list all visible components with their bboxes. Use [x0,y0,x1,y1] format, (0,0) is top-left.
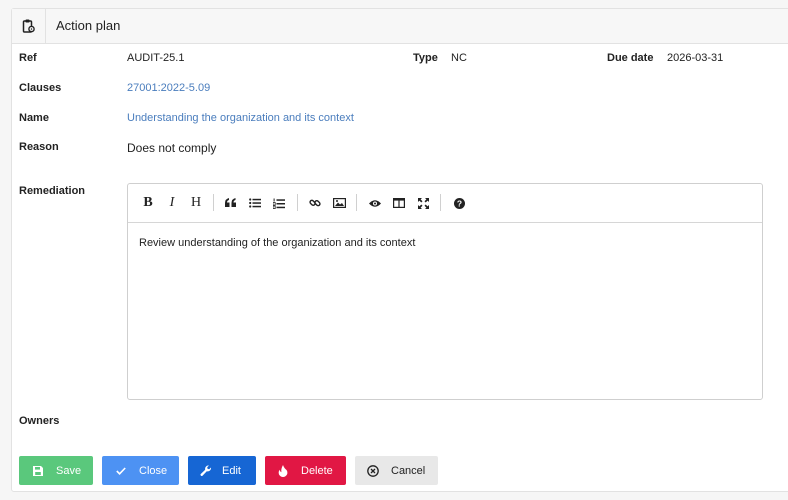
remediation-label: Remediation [19,185,86,197]
toolbar-divider [297,194,298,211]
delete-button[interactable]: Delete [265,456,346,485]
cancel-label: Cancel [391,464,426,477]
heading-button[interactable]: H [185,193,207,213]
clauses-link[interactable]: 27001:2022-5.09 [127,82,210,94]
reason-value: Does not comply [127,141,217,155]
italic-button[interactable]: I [161,193,183,213]
side-by-side-icon[interactable] [388,193,410,213]
editor-content[interactable]: Review understanding of the organization… [139,237,415,249]
link-icon[interactable] [304,193,326,213]
close-label: Close [139,464,168,477]
save-button[interactable]: Save [19,456,93,485]
toolbar-divider [356,194,357,211]
page-title: Action plan [56,18,121,33]
reason-label: Reason [19,141,59,153]
image-icon[interactable] [328,193,350,213]
edit-label: Edit [222,464,241,477]
fullscreen-icon[interactable] [412,193,434,213]
toolbar-divider [213,194,214,211]
remediation-editor[interactable]: B I H ? Review understanding of the orga… [127,183,763,400]
edit-button[interactable]: Edit [188,456,256,485]
close-button[interactable]: Close [102,456,179,485]
owners-label: Owners [19,415,60,427]
type-label: Type [413,52,438,64]
quote-icon[interactable] [220,193,242,213]
name-link[interactable]: Understanding the organization and its c… [127,112,354,124]
ordered-list-icon[interactable] [268,193,290,213]
action-plan-panel: Action plan Ref AUDIT-25.1 Type NC Due d… [11,8,788,492]
clauses-label: Clauses [19,82,62,94]
name-label: Name [19,112,49,124]
due-date-value: 2026-03-31 [667,52,724,64]
cancel-button[interactable]: Cancel [355,456,438,485]
editor-toolbar: B I H ? [128,184,762,223]
circle-x-icon [367,464,379,477]
help-icon[interactable]: ? [448,193,470,213]
ref-label: Ref [19,52,37,64]
unordered-list-icon[interactable] [244,193,266,213]
type-value: NC [451,52,467,64]
bold-button[interactable]: B [137,193,159,213]
clipboard-gear-icon [12,9,46,43]
fire-icon [277,464,289,477]
save-label: Save [56,464,82,477]
wrench-icon [200,464,212,477]
delete-label: Delete [301,464,333,477]
toolbar-divider [440,194,441,211]
due-date-label: Due date [607,52,654,64]
panel-header: Action plan [12,9,788,44]
check-icon [115,465,127,477]
preview-eye-icon[interactable] [364,193,386,213]
floppy-disk-icon [32,465,44,477]
ref-value: AUDIT-25.1 [127,52,185,64]
svg-text:?: ? [456,198,461,208]
